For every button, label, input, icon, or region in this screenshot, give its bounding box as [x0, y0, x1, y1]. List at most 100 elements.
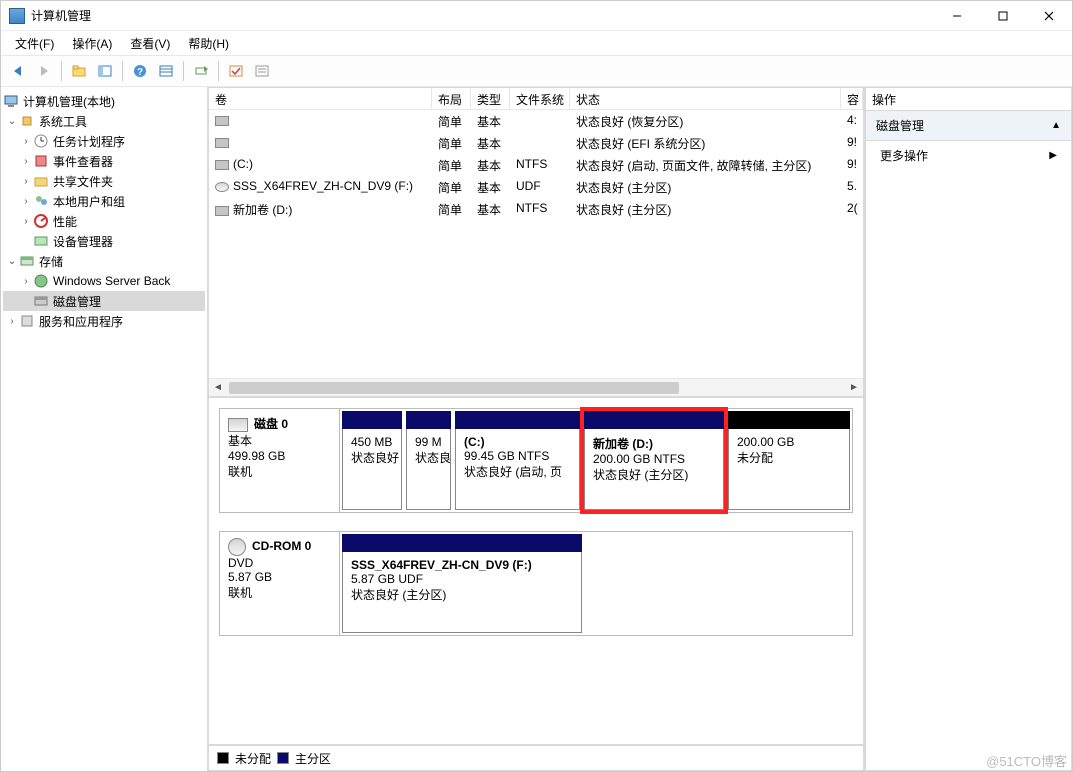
expand-icon[interactable]: ⌄: [5, 256, 19, 267]
tree-label: 性能: [53, 213, 77, 230]
expand-icon[interactable]: ›: [19, 176, 33, 187]
close-button[interactable]: [1026, 1, 1072, 30]
part-title: (C:): [464, 435, 571, 449]
actions-more[interactable]: 更多操作 ▶: [866, 141, 1071, 170]
window-title: 计算机管理: [31, 7, 934, 24]
panel-toggle-button[interactable]: [94, 60, 116, 82]
expand-icon[interactable]: ›: [19, 276, 33, 287]
disk0-status: 联机: [228, 463, 331, 480]
check-button[interactable]: [225, 60, 247, 82]
svg-text:?: ?: [137, 67, 143, 78]
col-filesystem[interactable]: 文件系统: [510, 88, 570, 109]
actions-header: 操作: [865, 87, 1072, 111]
tree-windows-backup[interactable]: › Windows Server Back: [3, 271, 205, 291]
partition-efi[interactable]: 99 M 状态良: [406, 411, 451, 510]
cdrom-type: DVD: [228, 556, 331, 570]
device-icon: [33, 233, 49, 249]
horizontal-scrollbar[interactable]: ◄ ►: [209, 378, 863, 396]
tree-label: 事件查看器: [53, 153, 113, 170]
clock-icon: [33, 133, 49, 149]
scroll-thumb[interactable]: [229, 382, 679, 394]
expand-icon[interactable]: ⌄: [5, 116, 19, 127]
part-status: 状态良好: [351, 449, 393, 466]
scroll-left-icon[interactable]: ◄: [209, 379, 227, 396]
col-type[interactable]: 类型: [471, 88, 510, 109]
legend: 未分配 主分区: [208, 745, 864, 771]
help-icon[interactable]: ?: [129, 60, 151, 82]
col-volume[interactable]: 卷: [209, 88, 432, 109]
tree-disk-management[interactable]: 磁盘管理: [3, 291, 205, 311]
expand-icon[interactable]: ›: [19, 196, 33, 207]
up-folder-button[interactable]: [68, 60, 90, 82]
table-row[interactable]: (C:)简单基本NTFS状态良好 (启动, 页面文件, 故障转储, 主分区)9!: [209, 154, 863, 176]
tree-pane: 计算机管理(本地) ⌄ 系统工具 › 任务计划程序 › 事件查看器 › 共享文件…: [1, 87, 208, 771]
expand-icon[interactable]: ›: [19, 156, 33, 167]
disk0-info[interactable]: 磁盘 0 基本 499.98 GB 联机: [220, 409, 340, 512]
menu-file[interactable]: 文件(F): [7, 33, 62, 54]
volume-icon: [215, 138, 229, 148]
maximize-button[interactable]: [980, 1, 1026, 30]
actions-section-label: 磁盘管理: [876, 117, 924, 134]
col-capacity[interactable]: 容: [841, 88, 863, 109]
tree-label: 共享文件夹: [53, 173, 113, 190]
legend-primary-swatch: [277, 752, 289, 764]
detail-button[interactable]: [251, 60, 273, 82]
partition-d-highlighted[interactable]: 新加卷 (D:) 200.00 GB NTFS 状态良好 (主分区): [584, 411, 724, 510]
legend-unalloc-swatch: [217, 752, 229, 764]
tree-label: 本地用户和组: [53, 193, 125, 210]
actions-section-diskmgmt[interactable]: 磁盘管理 ▲: [866, 111, 1071, 141]
menu-action[interactable]: 操作(A): [64, 33, 120, 54]
table-row[interactable]: 简单基本状态良好 (恢复分区)4:: [209, 110, 863, 132]
tree-system-tools[interactable]: ⌄ 系统工具: [3, 111, 205, 131]
forward-button[interactable]: [33, 60, 55, 82]
back-button[interactable]: [7, 60, 29, 82]
tree-local-users[interactable]: › 本地用户和组: [3, 191, 205, 211]
backup-icon: [33, 273, 49, 289]
table-row[interactable]: SSS_X64FREV_ZH-CN_DV9 (F:)简单基本UDF状态良好 (主…: [209, 176, 863, 198]
part-status: 状态良好 (主分区): [351, 586, 573, 603]
menu-view[interactable]: 查看(V): [122, 33, 178, 54]
list-view-button[interactable]: [155, 60, 177, 82]
computer-icon: [3, 93, 19, 109]
volume-icon: [215, 182, 229, 192]
tree-label: Windows Server Back: [53, 274, 170, 288]
tree-services-apps[interactable]: › 服务和应用程序: [3, 311, 205, 331]
expand-icon[interactable]: ›: [5, 316, 19, 327]
tree-task-scheduler[interactable]: › 任务计划程序: [3, 131, 205, 151]
tools-icon: [19, 113, 35, 129]
tree-shared-folders[interactable]: › 共享文件夹: [3, 171, 205, 191]
disk0-type: 基本: [228, 432, 331, 449]
volume-icon: [215, 160, 229, 170]
tree-device-manager[interactable]: 设备管理器: [3, 231, 205, 251]
services-icon: [19, 313, 35, 329]
storage-icon: [19, 253, 35, 269]
cdrom-block: CD-ROM 0 DVD 5.87 GB 联机 SSS_X64FREV_ZH-C…: [219, 531, 853, 636]
partition-unallocated[interactable]: 200.00 GB 未分配: [728, 411, 850, 510]
tree-label: 设备管理器: [53, 233, 113, 250]
table-row[interactable]: 新加卷 (D:)简单基本NTFS状态良好 (主分区)2(: [209, 198, 863, 220]
expand-icon[interactable]: ›: [19, 136, 33, 147]
col-layout[interactable]: 布局: [432, 88, 471, 109]
tree-event-viewer[interactable]: › 事件查看器: [3, 151, 205, 171]
volume-icon: [215, 206, 229, 216]
menu-bar: 文件(F) 操作(A) 查看(V) 帮助(H): [1, 31, 1072, 55]
partition-dvd[interactable]: SSS_X64FREV_ZH-CN_DV9 (F:) 5.87 GB UDF 状…: [342, 534, 582, 633]
tree-performance[interactable]: › 性能: [3, 211, 205, 231]
cdrom-size: 5.87 GB: [228, 570, 331, 584]
tree-root[interactable]: 计算机管理(本地): [3, 91, 205, 111]
table-row[interactable]: 简单基本状态良好 (EFI 系统分区)9!: [209, 132, 863, 154]
refresh-button[interactable]: [190, 60, 212, 82]
menu-help[interactable]: 帮助(H): [180, 33, 237, 54]
tree-label: 服务和应用程序: [39, 313, 123, 330]
expand-icon[interactable]: ›: [19, 216, 33, 227]
cdrom-info[interactable]: CD-ROM 0 DVD 5.87 GB 联机: [220, 532, 340, 635]
col-status[interactable]: 状态: [570, 88, 841, 109]
users-icon: [33, 193, 49, 209]
partition-c[interactable]: (C:) 99.45 GB NTFS 状态良好 (启动, 页: [455, 411, 580, 510]
minimize-button[interactable]: [934, 1, 980, 30]
tree-storage[interactable]: ⌄ 存储: [3, 251, 205, 271]
partition-recovery[interactable]: 450 MB 状态良好: [342, 411, 402, 510]
disk0-block: 磁盘 0 基本 499.98 GB 联机 450 MB: [219, 408, 853, 513]
collapse-icon: ▲: [1051, 120, 1061, 131]
scroll-right-icon[interactable]: ►: [845, 379, 863, 396]
